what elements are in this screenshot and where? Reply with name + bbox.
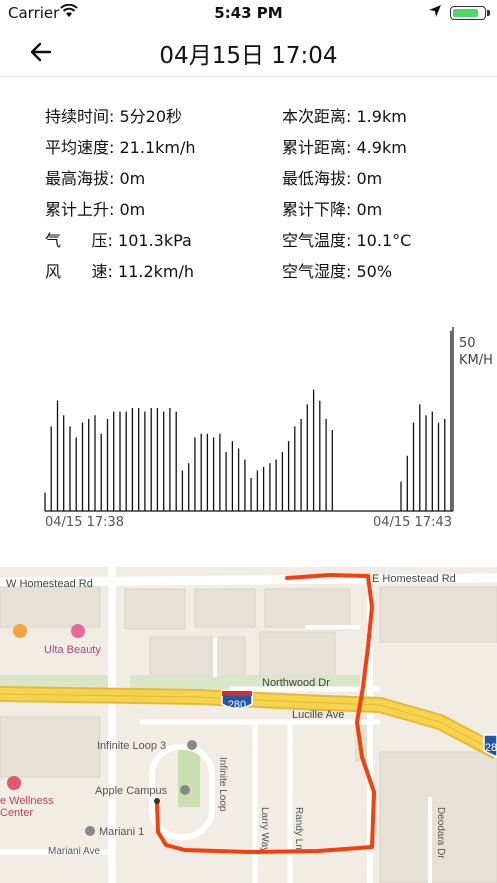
stat-value: 10.1°C <box>356 231 412 250</box>
stat-air-temperature: 空气温度: 10.1°C <box>282 229 411 253</box>
stat-total-descent: 累计下降: 0m <box>282 198 382 222</box>
svg-text:Infinite Loop 3: Infinite Loop 3 <box>97 740 166 752</box>
stat-label: 空气温度: <box>282 231 352 250</box>
svg-text:Ulta Beauty: Ulta Beauty <box>44 644 101 656</box>
highway-shield-28: 28 <box>483 734 497 758</box>
road-label: Deodara Dr <box>435 807 446 859</box>
stat-min-altitude: 最低海拔: 0m <box>282 167 382 191</box>
stat-wind-speed: 风 速: 11.2km/h <box>45 260 194 284</box>
shop-marker-icon[interactable] <box>13 624 27 638</box>
stat-value: 0m <box>119 200 146 219</box>
stat-label: 累计上升: <box>45 200 115 219</box>
status-bar: Carrier 5:43 PM <box>0 0 497 26</box>
stat-label: 平均速度: <box>45 138 115 157</box>
battery-level <box>453 9 479 17</box>
stat-total-distance: 累计距离: 4.9km <box>282 136 407 160</box>
y-unit-label: KM/H <box>459 353 493 368</box>
map-canvas[interactable]: 280 28 W Homestead Rd E Homestead Rd Nor… <box>0 567 497 883</box>
stat-label: 累计下降: <box>282 200 352 219</box>
stat-label: 气 压: <box>45 231 113 250</box>
location-arrow-icon <box>428 4 442 22</box>
place-apple-campus[interactable]: Apple Campus <box>95 785 190 797</box>
road-label: Mariani Ave <box>48 846 101 857</box>
stat-value: 1.9km <box>356 107 407 126</box>
speed-chart: 50 KM/H 04/15 17:38 04/15 17:43 <box>0 320 497 540</box>
stat-max-altitude: 最高海拔: 0m <box>45 167 145 191</box>
road-label: W Homestead Rd <box>6 578 93 590</box>
road-label: Infinite Loop <box>217 757 228 812</box>
stat-total-ascent: 累计上升: 0m <box>45 198 145 222</box>
stat-label: 本次距离: <box>282 107 352 126</box>
stat-value: 101.3kPa <box>118 231 192 250</box>
stat-value: 50% <box>356 262 393 281</box>
x-start-label: 04/15 17:38 <box>45 515 124 530</box>
stat-avg-speed: 平均速度: 21.1km/h <box>45 136 196 160</box>
stat-value: 11.2km/h <box>118 262 195 281</box>
stat-duration: 持续时间: 5分20秒 <box>45 105 182 129</box>
svg-text:Center: Center <box>0 807 33 819</box>
x-end-label: 04/15 17:43 <box>373 515 452 530</box>
navigation-bar: 04月15日 17:04 <box>0 26 497 77</box>
stat-label: 空气湿度: <box>282 262 352 281</box>
place-ulta-beauty[interactable]: Ulta Beauty <box>44 624 101 656</box>
svg-text:Mariani 1: Mariani 1 <box>99 826 144 838</box>
battery-icon <box>450 6 490 20</box>
route-start-marker <box>154 798 160 804</box>
stat-value: 5分20秒 <box>119 107 183 126</box>
road-label: Lucille Ave <box>292 709 344 721</box>
stat-value: 4.9km <box>356 138 407 157</box>
stat-label: 最低海拔: <box>282 169 352 188</box>
svg-text:Apple Campus: Apple Campus <box>95 785 168 797</box>
stat-label: 风 速: <box>45 262 113 281</box>
road-label: Larry Way <box>259 807 270 852</box>
svg-text:28: 28 <box>485 742 497 754</box>
stat-value: 0m <box>356 200 383 219</box>
stat-value: 0m <box>356 169 383 188</box>
speed-chart-svg: 50 KM/H 04/15 17:38 04/15 17:43 <box>44 327 493 530</box>
page-title: 04月15日 17:04 <box>159 43 338 69</box>
highway-shield-280: 280 <box>221 690 253 711</box>
route-map[interactable]: 280 28 W Homestead Rd E Homestead Rd Nor… <box>0 567 497 883</box>
stat-distance: 本次距离: 1.9km <box>282 105 407 129</box>
svg-text:280: 280 <box>228 699 246 711</box>
stat-label: 累计距离: <box>282 138 352 157</box>
road-label: Randy Ln <box>293 807 304 850</box>
stat-label: 持续时间: <box>45 107 115 126</box>
road-label: Northwood Dr <box>262 677 330 689</box>
place-mariani-1[interactable]: Mariani 1 <box>85 826 144 838</box>
road-label: E Homestead Rd <box>372 573 456 585</box>
svg-text:e Wellness: e Wellness <box>0 795 54 807</box>
stat-value: 0m <box>119 169 146 188</box>
stat-humidity: 空气湿度: 50% <box>282 260 392 284</box>
y-max-label: 50 <box>459 336 476 351</box>
stat-label: 最高海拔: <box>45 169 115 188</box>
stat-pressure: 气 压: 101.3kPa <box>45 229 192 253</box>
place-wellness-center[interactable]: e Wellness Center <box>0 776 54 819</box>
stat-value: 21.1km/h <box>119 138 196 157</box>
status-time: 5:43 PM <box>214 4 283 22</box>
